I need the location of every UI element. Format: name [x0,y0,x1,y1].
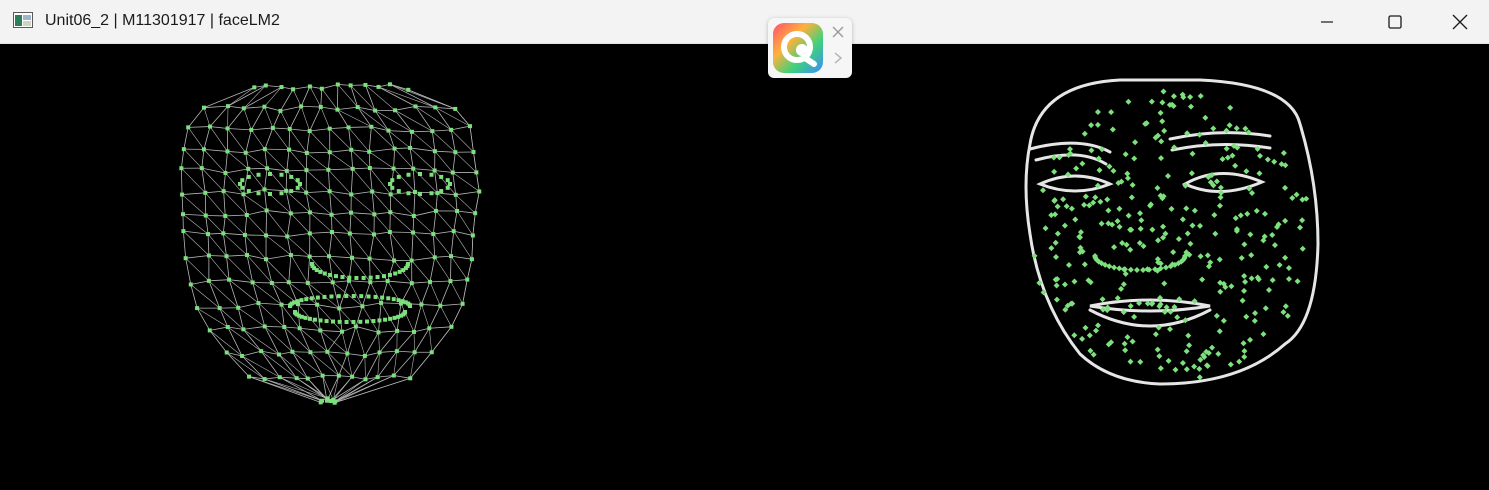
popup-close-icon[interactable] [830,24,846,40]
title-bar[interactable]: Unit06_2 | M11301917 | faceLM2 [0,0,1489,44]
maximize-button[interactable] [1360,0,1430,44]
close-button[interactable] [1430,0,1489,44]
app-icon [13,12,33,28]
render-canvas [0,44,1489,490]
minimize-button[interactable] [1292,0,1362,44]
maximize-icon [1388,15,1402,29]
minimize-icon [1321,21,1333,23]
face-landmarks [1031,88,1310,381]
face-landmarks-right [1024,78,1320,386]
app-window: Unit06_2 | M11301917 | faceLM2 [0,0,1489,490]
assistant-popup[interactable] [768,18,852,78]
close-icon [1452,14,1467,30]
window-title: Unit06_2 | M11301917 | faceLM2 [45,12,280,29]
face-outline [1024,78,1320,386]
assistant-logo-icon[interactable] [772,22,824,74]
left-eye [1036,174,1114,193]
chevron-right-icon[interactable] [832,51,844,65]
face-contours [1024,78,1320,386]
